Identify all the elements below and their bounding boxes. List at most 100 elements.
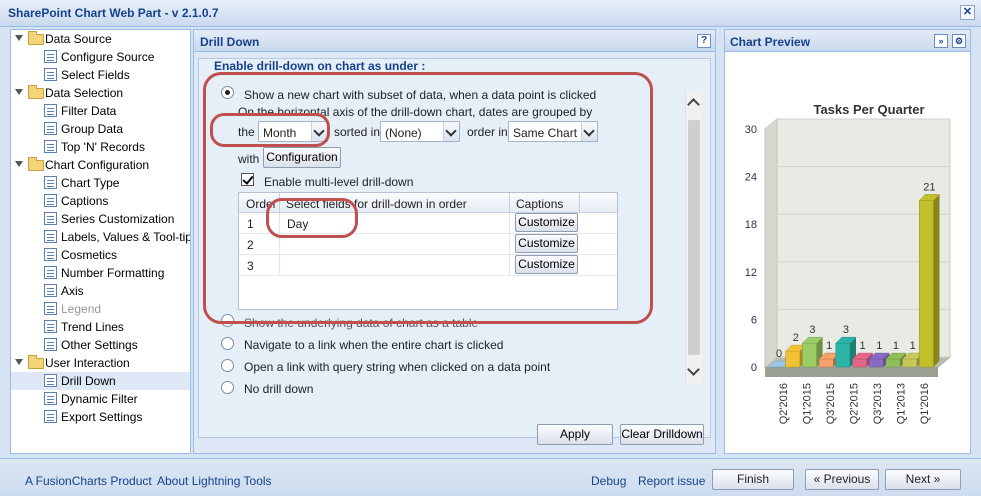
page-icon xyxy=(44,410,57,423)
tree-group-data-selection[interactable]: Data Selection xyxy=(11,84,190,102)
bar-value-label: 3 xyxy=(843,324,849,336)
panel-header: Drill Down ? xyxy=(194,30,715,52)
page-icon xyxy=(44,302,57,315)
debug-link[interactable]: Debug xyxy=(591,474,626,488)
collapse-icon[interactable] xyxy=(15,35,23,41)
tree-item-drill-down[interactable]: Drill Down xyxy=(11,372,190,390)
x-tick-label: Q3'2013 xyxy=(872,383,884,424)
x-tick-label: Q1'2013 xyxy=(896,383,908,424)
folder-icon xyxy=(28,31,44,45)
x-tick-label: Q1'2015 xyxy=(801,383,813,424)
tree-item-number-formatting[interactable]: Number Formatting xyxy=(11,264,190,282)
bar-value-label: 2 xyxy=(793,332,799,344)
page-icon xyxy=(44,248,57,261)
tree-item-cosmetics[interactable]: Cosmetics xyxy=(11,246,190,264)
scroll-down-icon[interactable] xyxy=(687,363,700,376)
tree-group-user-interaction[interactable]: User Interaction xyxy=(11,354,190,372)
close-icon[interactable]: ✕ xyxy=(960,5,975,20)
bar xyxy=(835,342,851,368)
collapse-icon[interactable] xyxy=(15,89,23,95)
help-icon[interactable]: ? xyxy=(697,34,711,48)
tree-group-label: Data Selection xyxy=(45,86,124,100)
page-icon xyxy=(44,104,57,117)
tree-item-captions[interactable]: Captions xyxy=(11,192,190,210)
bar-value-label: 1 xyxy=(876,340,882,352)
tree-item-configure-source[interactable]: Configure Source xyxy=(11,48,190,66)
report-issue-link[interactable]: Report issue xyxy=(638,474,705,488)
y-tick-label: 30 xyxy=(745,124,757,136)
tree-item-labels-values-tool-tips[interactable]: Labels, Values & Tool-tips xyxy=(11,228,190,246)
bar xyxy=(868,358,884,368)
tree-item-top-n-records[interactable]: Top 'N' Records xyxy=(11,138,190,156)
tree-item-trend-lines[interactable]: Trend Lines xyxy=(11,318,190,336)
tree-item-other-settings[interactable]: Other Settings xyxy=(11,336,190,354)
option-query-label: Open a link with query string when click… xyxy=(244,360,551,374)
y-tick-label: 24 xyxy=(745,172,757,184)
page-icon xyxy=(44,266,57,279)
tree-item-legend[interactable]: Legend xyxy=(11,300,190,318)
tree-item-axis[interactable]: Axis xyxy=(11,282,190,300)
radio-navigate-link[interactable] xyxy=(221,337,234,350)
radio-no-drilldown[interactable] xyxy=(221,381,234,394)
tree-item-label: Number Formatting xyxy=(61,266,165,280)
y-tick-label: 12 xyxy=(745,267,757,279)
bar xyxy=(785,350,801,368)
page-icon xyxy=(44,392,57,405)
fusioncharts-link[interactable]: A FusionCharts Product xyxy=(25,474,152,488)
tree-item-export-settings[interactable]: Export Settings xyxy=(11,408,190,426)
tree-item-group-data[interactable]: Group Data xyxy=(11,120,190,138)
clear-drilldown-button[interactable]: Clear Drilldown xyxy=(620,424,704,445)
gear-icon[interactable]: ⚙ xyxy=(952,34,966,48)
window-title: SharePoint Chart Web Part - v 2.1.0.7 xyxy=(8,6,219,20)
bar-value-label: 1 xyxy=(826,340,832,352)
tree-item-label: Filter Data xyxy=(61,104,117,118)
page-icon xyxy=(44,284,57,297)
page-icon xyxy=(44,176,57,189)
options-scrollbar[interactable] xyxy=(685,90,702,384)
collapse-icon[interactable] xyxy=(15,359,23,365)
finish-button[interactable]: Finish xyxy=(712,469,794,490)
chart-preview-panel: Chart Preview » ⚙ Tasks Per Quarter 0 6 12 1… xyxy=(724,29,971,454)
x-tick-label: Q2'2015 xyxy=(849,383,861,424)
y-tick-label: 6 xyxy=(751,314,757,326)
tree-group-data-source[interactable]: Data Source xyxy=(11,30,190,48)
tree-group-chart-configuration[interactable]: Chart Configuration xyxy=(11,156,190,174)
page-icon xyxy=(44,68,57,81)
tree-item-chart-type[interactable]: Chart Type xyxy=(11,174,190,192)
bar xyxy=(919,200,934,368)
next-button[interactable]: Next » xyxy=(885,469,961,490)
radio-query-link[interactable] xyxy=(221,359,234,372)
bar-value-label: 1 xyxy=(910,340,916,352)
x-tick-label: Q2'2016 xyxy=(778,383,790,424)
chart-floor-edge xyxy=(765,367,938,377)
option-none-label: No drill down xyxy=(244,382,314,396)
window-titlebar: SharePoint Chart Web Part - v 2.1.0.7 ✕ xyxy=(0,0,981,27)
scroll-thumb[interactable] xyxy=(688,120,700,355)
tree-item-label: Captions xyxy=(61,194,109,208)
annotation-outline-day xyxy=(266,198,358,238)
scroll-up-icon[interactable] xyxy=(687,98,700,111)
tree-group-label: Chart Configuration xyxy=(45,158,150,172)
footer-bar: A FusionCharts Product About Lightning T… xyxy=(0,458,981,496)
about-link[interactable]: About Lightning Tools xyxy=(157,474,272,488)
tree-item-select-fields[interactable]: Select Fields xyxy=(11,66,190,84)
tree-item-filter-data[interactable]: Filter Data xyxy=(11,102,190,120)
expand-icon[interactable]: » xyxy=(934,34,948,48)
tree-item-label: Group Data xyxy=(61,122,124,136)
tree-item-label: Chart Type xyxy=(61,176,120,190)
tree-item-series-customization[interactable]: Series Customization xyxy=(11,210,190,228)
tree-item-dynamic-filter[interactable]: Dynamic Filter xyxy=(11,390,190,408)
apply-button[interactable]: Apply xyxy=(537,424,613,445)
collapse-icon[interactable] xyxy=(15,161,23,167)
bar xyxy=(885,358,901,368)
tree-item-label: Drill Down xyxy=(61,374,116,388)
settings-tree: Data Source Configure Source Select Fields… xyxy=(10,29,191,454)
tree-group-label: User Interaction xyxy=(45,356,130,370)
chart-left-wall xyxy=(764,117,778,369)
tree-item-label: Select Fields xyxy=(61,68,130,82)
folder-icon xyxy=(28,157,44,171)
page-icon xyxy=(44,374,57,387)
previous-button[interactable]: « Previous xyxy=(805,469,879,490)
y-tick-label: 18 xyxy=(745,219,757,231)
page-icon xyxy=(44,122,57,135)
